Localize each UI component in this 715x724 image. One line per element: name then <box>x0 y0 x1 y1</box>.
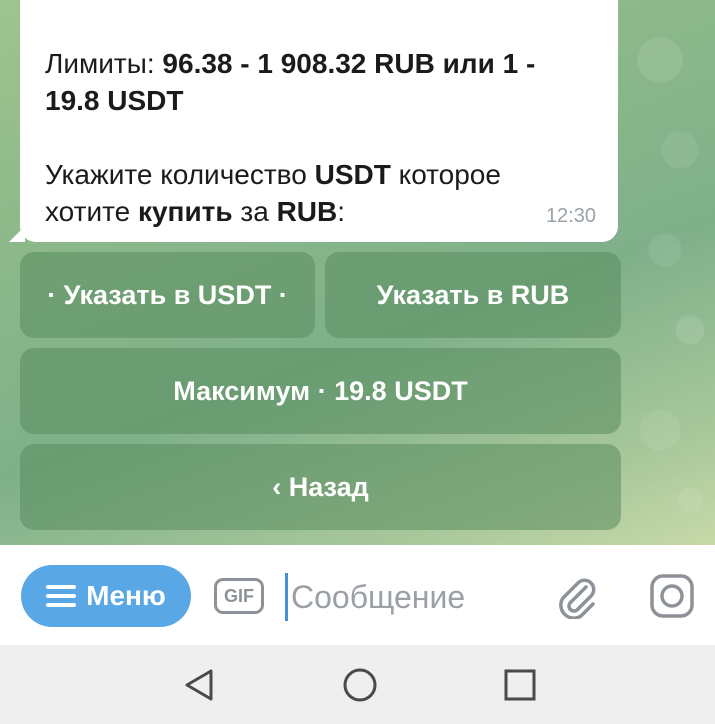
specify-usdt-button[interactable]: · Указать в USDT · <box>20 252 315 338</box>
paperclip-icon[interactable] <box>553 573 599 619</box>
message-input[interactable] <box>285 573 535 621</box>
camera-icon[interactable] <box>648 572 696 620</box>
limits-text: Лимиты: 96.38 - 1 908.32 RUB или 1 - 19.… <box>45 48 536 116</box>
system-nav-bar <box>0 645 715 724</box>
triangle-back-icon[interactable] <box>180 665 220 705</box>
maximum-button[interactable]: Максимум · 19.8 USDT <box>20 348 621 434</box>
back-button[interactable]: ‹ Назад <box>20 444 621 530</box>
message-input-bar: Меню GIF <box>0 545 715 645</box>
message-bubble: Лимиты: 96.38 - 1 908.32 RUB или 1 - 19.… <box>20 0 618 242</box>
prompt-text: Укажите количество USDT которое хотите к… <box>45 159 501 227</box>
message-time: 12:30 <box>545 205 596 227</box>
menu-button[interactable]: Меню <box>21 565 191 627</box>
menu-button-label: Меню <box>86 580 166 611</box>
square-recents-icon[interactable] <box>500 665 540 705</box>
gif-icon[interactable]: GIF <box>214 578 264 614</box>
specify-rub-button[interactable]: Указать в RUB <box>325 252 621 338</box>
hamburger-icon <box>46 585 77 607</box>
chat-area: Лимиты: 96.38 - 1 908.32 RUB или 1 - 19.… <box>0 0 715 545</box>
circle-home-icon[interactable] <box>340 665 380 705</box>
